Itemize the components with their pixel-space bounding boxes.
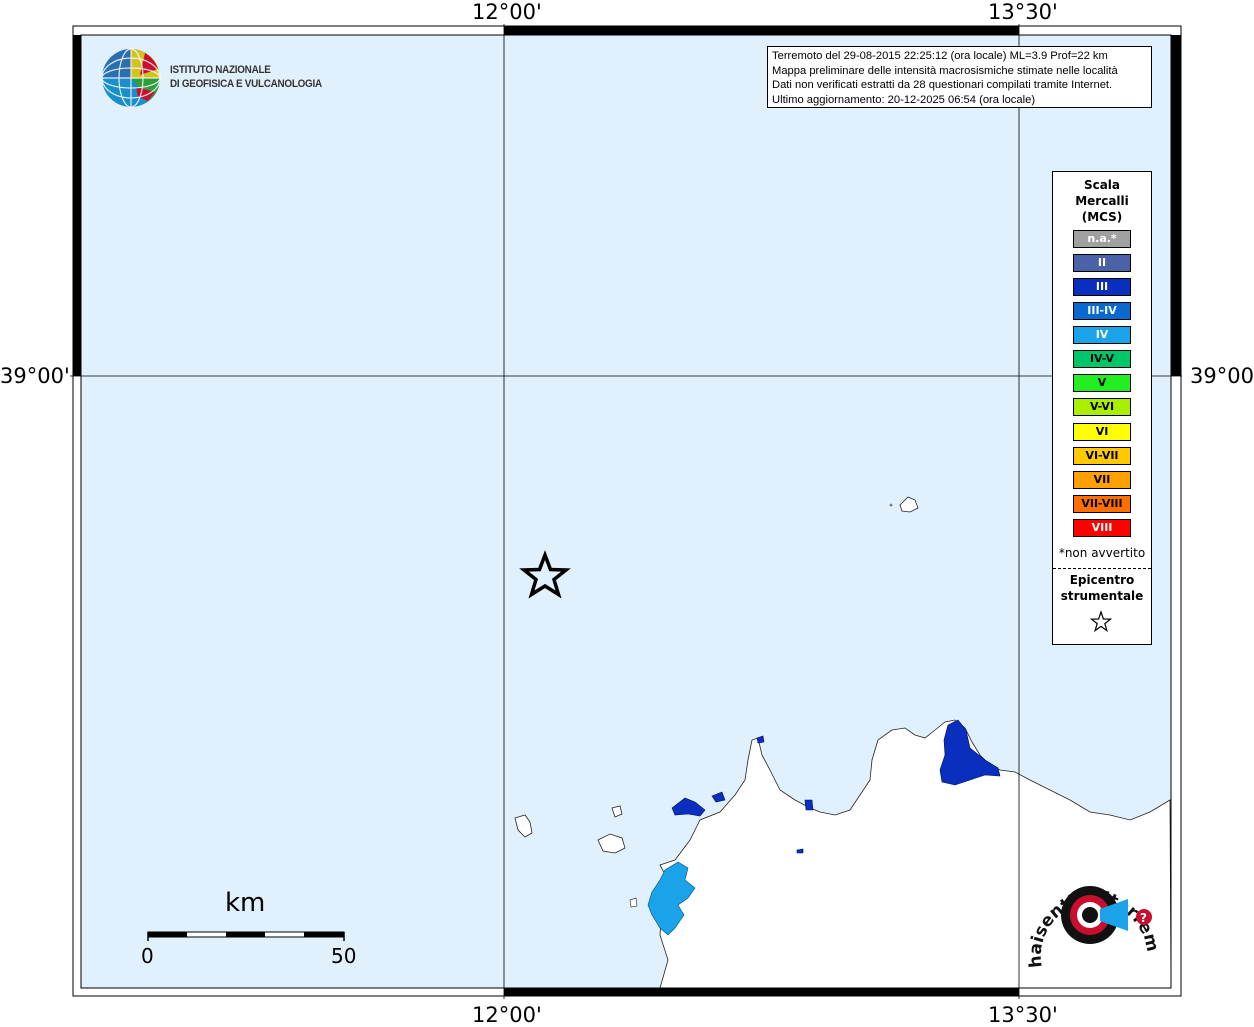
lat-label-left: 39°00' <box>0 364 70 388</box>
scale-unit: km <box>225 888 266 918</box>
scale-bar: km 0 50 <box>140 888 370 968</box>
lon-label-top-left: 12°00' <box>472 0 542 24</box>
scale-max: 50 <box>331 944 357 968</box>
lon-label-bottom-right: 13°30' <box>988 1003 1058 1027</box>
star-icon <box>1089 610 1113 633</box>
lon-label-top-right: 13°30' <box>988 0 1058 24</box>
legend-title: Scala Mercalli (MCS) <box>1053 177 1151 225</box>
mcs-legend: Scala Mercalli (MCS) n.a.* II III III-IV… <box>1052 171 1152 645</box>
legend-swatch-vii-viii: VII-VIII <box>1073 495 1131 513</box>
frame-segment <box>73 35 81 376</box>
scale-min: 0 <box>141 944 154 968</box>
legend-separator <box>1053 568 1151 569</box>
info-line-data: Dati non verificati estratti da 28 quest… <box>772 79 1113 91</box>
legend-swatch-vi: VI <box>1073 423 1131 441</box>
event-info-box: Terremoto del 29-08-2015 22:25:12 (ora l… <box>767 46 1152 108</box>
intensity-area-castellammare[interactable] <box>804 799 814 811</box>
islet <box>889 503 893 507</box>
legend-swatch-viii: VIII <box>1073 519 1131 537</box>
ingv-logo: ISTITUTO NAZIONALE DI GEOFISICA E VULCAN… <box>100 47 322 111</box>
legend-title-line: Scala <box>1083 178 1121 192</box>
legend-swatch-na: n.a.* <box>1073 230 1131 248</box>
info-line-update: Ultimo aggiornamento: 20-12-2025 06:54 (… <box>772 93 1036 106</box>
legend-swatch-iii-iv: III-IV <box>1073 302 1131 320</box>
legend-epi-line: Epicentro <box>1069 573 1135 587</box>
frame-segment <box>504 26 1019 35</box>
frame-segment <box>1171 35 1181 376</box>
legend-epi-line: strumentale <box>1060 589 1144 603</box>
legend-swatch-iii: III <box>1073 278 1131 296</box>
legend-swatch-v: V <box>1073 374 1131 392</box>
intensity-area-alcamo[interactable] <box>796 848 804 854</box>
svg-text:?: ? <box>1140 911 1147 925</box>
ingv-name-line2: DI GEOFISICA E VULCANOLOGIA <box>170 78 322 90</box>
legend-title-line: (MCS) <box>1081 210 1123 224</box>
globe-icon <box>101 48 161 108</box>
legend-swatch-v-vi: V-VI <box>1073 398 1131 416</box>
ingv-name-line1: ISTITUTO NAZIONALE <box>170 64 271 76</box>
info-line-event: Terremoto del 29-08-2015 22:25:12 (ora l… <box>772 50 1108 62</box>
lon-label-bottom-left: 12°00' <box>472 1003 542 1027</box>
legend-swatch-iv: IV <box>1073 326 1131 344</box>
frame-segment <box>504 988 1019 996</box>
lat-label-right: 39°00' <box>1190 364 1254 388</box>
legend-title-line: Mercalli <box>1075 194 1129 208</box>
legend-swatch-vi-vii: VI-VII <box>1073 447 1131 465</box>
legend-swatch-iv-v: IV-V <box>1073 350 1131 368</box>
info-line-map: Mappa preliminare delle intensità macros… <box>772 64 1118 77</box>
haisentito-logo: haisentitoilterremoto.it ? <box>1028 855 1158 969</box>
legend-swatch-vii: VII <box>1073 471 1131 489</box>
legend-epicenter-label: Epicentro strumentale <box>1053 572 1151 604</box>
legend-swatch-ii: II <box>1073 254 1131 272</box>
legend-note: *non avvertito <box>1058 546 1146 560</box>
stagnone-islet <box>629 897 638 908</box>
